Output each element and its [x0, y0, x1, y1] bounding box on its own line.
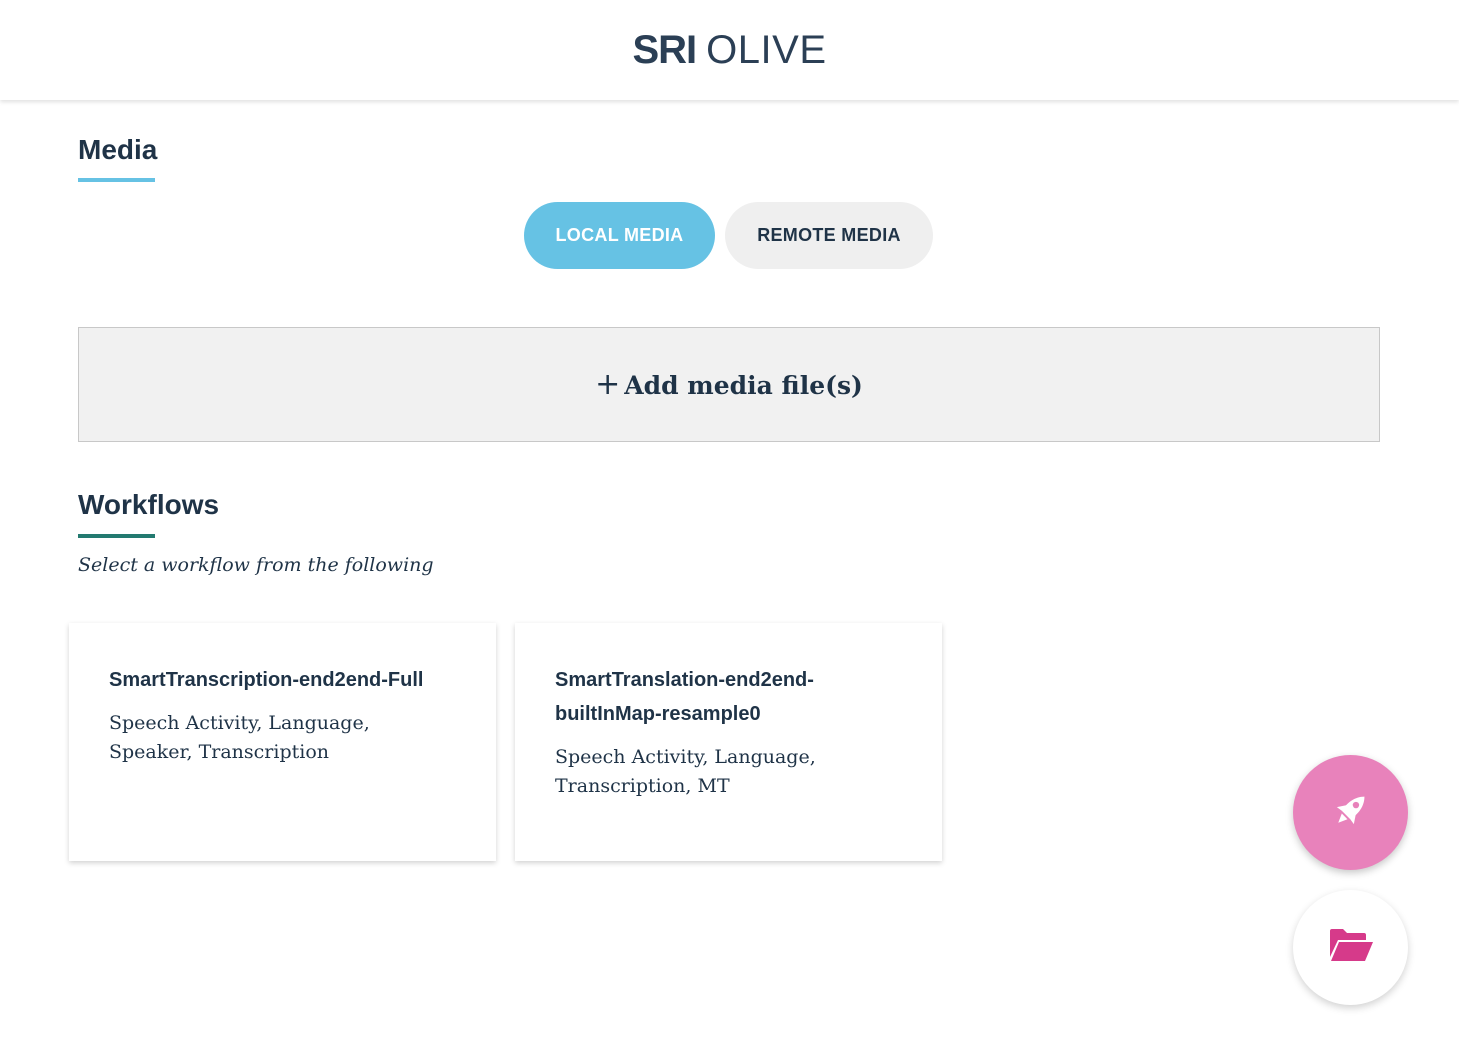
folder-open-icon [1328, 927, 1374, 968]
remote-media-tab[interactable]: REMOTE MEDIA [725, 202, 933, 269]
workflow-name: SmartTranscription-end2end-Full [109, 669, 424, 691]
open-files-button[interactable] [1293, 890, 1408, 1005]
logo-olive: OLIVE [706, 27, 827, 72]
media-section-title: Media [78, 134, 158, 165]
app-header: SRI OLIVE [0, 0, 1459, 100]
media-title-underline [78, 178, 155, 182]
workflow-description: Speech Activity, Language, Transcription… [555, 746, 816, 797]
add-media-dropzone[interactable]: + Add media file(s) [78, 327, 1380, 442]
add-media-text: Add media file(s) [624, 371, 863, 400]
logo-sri: SRI [632, 27, 697, 72]
launch-workflow-button[interactable] [1293, 755, 1408, 870]
local-media-tab[interactable]: LOCAL MEDIA [524, 202, 715, 269]
plus-icon: + [595, 367, 621, 402]
add-media-label: + Add media file(s) [595, 367, 863, 402]
workflow-name: SmartTranslation-end2end-builtInMap-resa… [555, 669, 814, 725]
workflows-section-title: Workflows [78, 489, 220, 520]
workflows-title-underline [78, 534, 155, 538]
workflow-card[interactable]: SmartTranslation-end2end-builtInMap-resa… [515, 623, 942, 861]
workflows-subtitle: Select a workflow from the following [78, 554, 434, 576]
app-logo: SRI OLIVE [632, 28, 826, 73]
rocket-icon [1329, 788, 1373, 837]
workflow-card[interactable]: SmartTranscription-end2end-Full Speech A… [69, 623, 496, 861]
workflow-description: Speech Activity, Language, Speaker, Tran… [109, 712, 370, 763]
